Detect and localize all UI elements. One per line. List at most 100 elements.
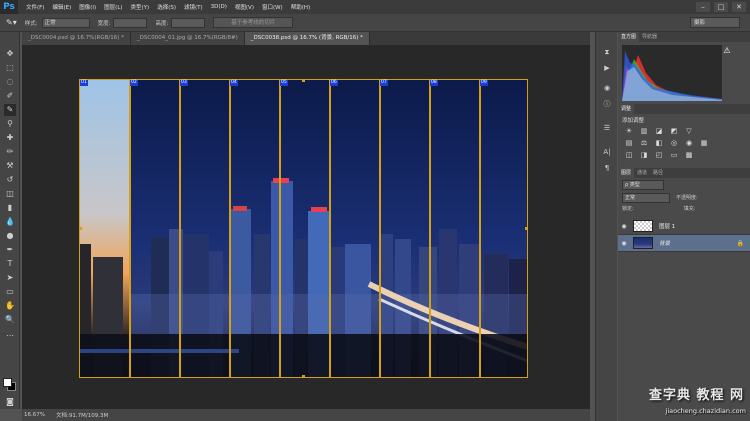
menu-file[interactable]: 文件(F) — [26, 3, 44, 11]
posterize-icon[interactable]: ◨ — [639, 151, 649, 160]
slice-guide-line[interactable] — [429, 79, 431, 378]
gradient-map-icon[interactable]: ▭ — [669, 151, 679, 160]
menu-help[interactable]: 帮助(H) — [291, 3, 310, 11]
exposure-icon[interactable]: ◩ — [669, 127, 679, 136]
type-tool-icon[interactable]: T — [4, 258, 16, 270]
tab-paths[interactable]: 路径 — [650, 168, 666, 178]
clone-stamp-tool-icon[interactable]: ⚒ — [4, 160, 16, 172]
menu-edit[interactable]: 编辑(E) — [52, 3, 71, 11]
dodge-tool-icon[interactable]: ● — [4, 230, 16, 242]
quick-mask-icon[interactable]: ◙ — [4, 396, 16, 408]
eraser-tool-icon[interactable]: ◫ — [4, 188, 16, 200]
slice-guide-line[interactable] — [479, 79, 481, 378]
brightness-icon[interactable]: ☀ — [624, 127, 634, 136]
menu-window[interactable]: 窗口(W) — [262, 3, 283, 11]
layer-row[interactable]: ◉ 图层 1 — [618, 218, 750, 235]
lasso-tool-icon[interactable]: ◌ — [4, 76, 16, 88]
rectangle-tool-icon[interactable]: ▭ — [4, 286, 16, 298]
actions-panel-icon[interactable]: ▶ — [601, 62, 613, 74]
slice-guide-line[interactable] — [229, 79, 231, 378]
character-panel-icon[interactable]: A| — [601, 146, 613, 158]
quick-select-tool-icon[interactable]: ✐ — [4, 90, 16, 102]
slice-handle[interactable] — [525, 227, 528, 230]
slice-guide-line[interactable] — [129, 79, 131, 378]
gradient-tool-icon[interactable]: ▮ — [4, 202, 16, 214]
canvas-area[interactable]: 01 02 03 04 05 06 07 08 09 — [22, 45, 590, 409]
minimize-button[interactable]: – — [696, 2, 710, 12]
maximize-button[interactable]: □ — [714, 2, 728, 12]
black-white-icon[interactable]: ◧ — [654, 139, 664, 148]
healing-brush-tool-icon[interactable]: ✚ — [4, 132, 16, 144]
vibrance-icon[interactable]: ▽ — [684, 127, 694, 136]
width-field[interactable] — [113, 17, 148, 28]
visibility-eye-icon[interactable]: ◉ — [618, 223, 630, 230]
cache-warning-icon[interactable]: ⚠ — [722, 46, 732, 56]
menu-select[interactable]: 选择(S) — [157, 3, 176, 11]
channel-mixer-icon[interactable]: ◉ — [684, 139, 694, 148]
color-balance-icon[interactable]: ⚖ — [639, 139, 649, 148]
menu-3d[interactable]: 3D(D) — [211, 4, 227, 10]
slice-tool-icon[interactable]: ✎▾ — [6, 18, 17, 27]
brush-tool-icon[interactable]: ✏ — [4, 146, 16, 158]
levels-icon[interactable]: ▥ — [639, 127, 649, 136]
slice-handle[interactable] — [302, 79, 305, 82]
close-button[interactable]: ✕ — [732, 2, 746, 12]
history-panel-icon[interactable]: ⧗ — [601, 46, 613, 58]
height-field[interactable] — [171, 17, 206, 28]
color-panel-icon[interactable]: ◉ — [601, 82, 613, 94]
slice-handle[interactable] — [79, 227, 82, 230]
tab-navigator[interactable]: 导航器 — [639, 32, 660, 42]
tab-dsc0038-psd[interactable]: _DSC0038.psd @ 16.7% (背景, RGB/16) * — [244, 32, 370, 45]
curves-icon[interactable]: ◪ — [654, 127, 664, 136]
slice-handle[interactable] — [302, 375, 305, 378]
site-watermark: 查字典 教程 网 jiaocheng.chazidian.com — [612, 384, 750, 421]
tab-dsc0004-01-jpg[interactable]: _DSC0004_01.jpg @ 16.7%(RGB/8#) — [130, 32, 245, 45]
layer-name[interactable]: 背景 — [659, 239, 670, 247]
info-panel-icon[interactable]: ⓘ — [601, 98, 613, 110]
tab-channels[interactable]: 通道 — [634, 168, 650, 178]
threshold-icon[interactable]: ◰ — [654, 151, 664, 160]
tab-layers[interactable]: 图层 — [618, 168, 635, 178]
tab-adjustments[interactable]: 调整 — [618, 104, 635, 114]
hue-saturation-icon[interactable]: ▤ — [624, 139, 634, 148]
visibility-eye-icon[interactable]: ◉ — [618, 240, 630, 247]
path-selection-tool-icon[interactable]: ➤ — [4, 272, 16, 284]
color-lookup-icon[interactable]: ▦ — [699, 139, 709, 148]
history-brush-tool-icon[interactable]: ↺ — [4, 174, 16, 186]
zoom-level[interactable]: 16.67% — [24, 412, 46, 418]
photo-filter-icon[interactable]: ◎ — [669, 139, 679, 148]
pen-tool-icon[interactable]: ✒ — [4, 244, 16, 256]
hand-tool-icon[interactable]: ✋ — [4, 300, 16, 312]
selective-color-icon[interactable]: ▩ — [684, 151, 694, 160]
tab-histogram[interactable]: 直方图 — [618, 32, 640, 42]
slice-guide-line[interactable] — [179, 79, 181, 378]
layer-kind-filter[interactable]: ρ 类型 — [622, 180, 664, 190]
slices-from-guides-button[interactable]: 基于参考线的切片 — [213, 17, 294, 28]
menu-image[interactable]: 图像(I) — [79, 3, 96, 11]
more-tools-icon[interactable]: … — [4, 328, 16, 340]
eyedropper-tool-icon[interactable]: ⚲ — [4, 118, 16, 130]
workspace-select[interactable]: 摄影 — [690, 17, 740, 28]
menu-view[interactable]: 视图(V) — [235, 3, 254, 11]
marquee-tool-icon[interactable]: ⬚ — [4, 62, 16, 74]
style-select[interactable]: 正常 — [41, 17, 90, 28]
blend-mode-select[interactable]: 正常 — [622, 192, 670, 203]
paragraph-panel-icon[interactable]: ¶ — [601, 162, 613, 174]
menu-filter[interactable]: 滤镜(T) — [184, 3, 203, 11]
zoom-tool-icon[interactable]: 🔍 — [4, 314, 16, 326]
foreground-color-swatch[interactable] — [3, 378, 12, 387]
slice-guide-line[interactable] — [379, 79, 381, 378]
menu-layer[interactable]: 图层(L) — [104, 3, 122, 11]
properties-panel-icon[interactable]: ☰ — [601, 122, 613, 134]
menu-type[interactable]: 类型(Y) — [131, 3, 150, 11]
slice-guide-line[interactable] — [279, 79, 281, 378]
layer-row[interactable]: ◉ 背景 🔒 — [618, 235, 750, 252]
slice-tool-icon[interactable]: ✎ — [4, 104, 16, 116]
city-night-photo[interactable]: 01 02 03 04 05 06 07 08 09 — [79, 79, 528, 378]
blur-tool-icon[interactable]: 💧 — [4, 216, 16, 228]
slice-guide-line[interactable] — [329, 79, 331, 378]
layer-name[interactable]: 图层 1 — [659, 222, 675, 230]
tab-dsc0004-psd[interactable]: _DSC0004.psd @ 16.7%(RGB/16) * — [22, 32, 131, 45]
move-tool-icon[interactable]: ✥ — [4, 48, 16, 60]
invert-icon[interactable]: ◫ — [624, 151, 634, 160]
